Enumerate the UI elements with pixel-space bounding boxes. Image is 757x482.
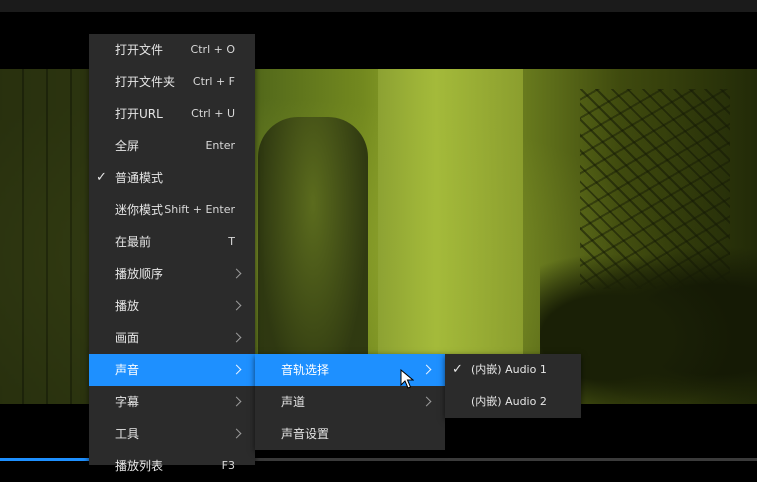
menu-item-label: 打开文件夹 — [115, 75, 176, 89]
menu-item-open-url[interactable]: 打开URL Ctrl + U — [89, 98, 255, 130]
context-menu: 打开文件 Ctrl + O 打开文件夹 Ctrl + F 打开URL Ctrl … — [89, 34, 255, 473]
chevron-right-icon — [423, 354, 431, 386]
menu-item-label: 普通模式 — [115, 171, 164, 185]
menu-item-sound[interactable]: 声音 — [89, 354, 255, 386]
menu-item-label: (内嵌) Audio 1 — [471, 363, 547, 376]
menu-item-shortcut: Ctrl + U — [191, 107, 235, 120]
menu-item-shortcut: T — [228, 235, 235, 248]
menu-item-label: 全屏 — [115, 139, 140, 153]
menu-item-mini-mode[interactable]: 迷你模式 Shift + Enter — [89, 194, 255, 226]
chevron-right-icon — [233, 322, 241, 354]
menu-item-label: 播放顺序 — [115, 267, 164, 281]
menu-item-label: 画面 — [115, 331, 140, 345]
menu-item-playlist[interactable]: 播放列表 F3 — [89, 450, 255, 482]
menu-item-label: 字幕 — [115, 395, 140, 409]
menu-item-shortcut: Ctrl + F — [192, 75, 235, 88]
menu-item-label: 工具 — [115, 427, 140, 441]
menu-item-play-order[interactable]: 播放顺序 — [89, 258, 255, 290]
menu-item-playback[interactable]: 播放 — [89, 290, 255, 322]
menu-item-channel[interactable]: 声道 — [255, 386, 445, 418]
menu-item-sound-settings[interactable]: 声音设置 — [255, 418, 445, 450]
menu-item-open-folder[interactable]: 打开文件夹 Ctrl + F — [89, 66, 255, 98]
menu-item-shortcut: Shift + Enter — [164, 203, 235, 216]
chevron-right-icon — [233, 290, 241, 322]
chevron-right-icon — [233, 354, 241, 386]
menu-item-label: (内嵌) Audio 2 — [471, 395, 547, 408]
menu-item-label: 播放列表 — [115, 459, 164, 473]
menu-item-audio-track[interactable]: 音轨选择 — [255, 354, 445, 386]
menu-item-audio-1[interactable]: ✓ (内嵌) Audio 1 — [445, 354, 581, 386]
menu-item-picture[interactable]: 画面 — [89, 322, 255, 354]
menu-item-label: 打开URL — [115, 107, 163, 121]
menu-item-label: 打开文件 — [115, 43, 164, 57]
mouse-pointer-icon — [400, 369, 414, 389]
checkmark-icon: ✓ — [452, 362, 463, 377]
chevron-right-icon — [233, 386, 241, 418]
menu-item-label: 播放 — [115, 299, 140, 313]
menu-item-label: 声道 — [281, 395, 306, 409]
menu-item-shortcut: Ctrl + O — [190, 43, 235, 56]
chevron-right-icon — [233, 418, 241, 450]
video-scene-wall — [0, 69, 90, 404]
checkmark-icon: ✓ — [96, 170, 107, 185]
chevron-right-icon — [423, 386, 431, 418]
menu-item-audio-2[interactable]: (内嵌) Audio 2 — [445, 386, 581, 418]
sound-submenu: 音轨选择 声道 声音设置 — [255, 354, 445, 450]
progress-fill — [0, 458, 91, 461]
menu-item-tools[interactable]: 工具 — [89, 418, 255, 450]
menu-item-fullscreen[interactable]: 全屏 Enter — [89, 130, 255, 162]
menu-item-label: 在最前 — [115, 235, 152, 249]
menu-item-label: 声音 — [115, 363, 140, 377]
menu-item-open-file[interactable]: 打开文件 Ctrl + O — [89, 34, 255, 66]
menu-item-label: 迷你模式 — [115, 203, 164, 217]
menu-item-always-on-top[interactable]: 在最前 T — [89, 226, 255, 258]
chevron-right-icon — [233, 258, 241, 290]
menu-item-shortcut: Enter — [205, 139, 235, 152]
menu-item-label: 声音设置 — [281, 427, 330, 441]
title-bar — [0, 0, 757, 12]
audio-track-submenu: ✓ (内嵌) Audio 1 (内嵌) Audio 2 — [445, 354, 581, 418]
menu-item-subtitle[interactable]: 字幕 — [89, 386, 255, 418]
menu-item-shortcut: F3 — [221, 459, 235, 472]
menu-item-label: 音轨选择 — [281, 363, 330, 377]
menu-item-normal-mode[interactable]: ✓ 普通模式 — [89, 162, 255, 194]
